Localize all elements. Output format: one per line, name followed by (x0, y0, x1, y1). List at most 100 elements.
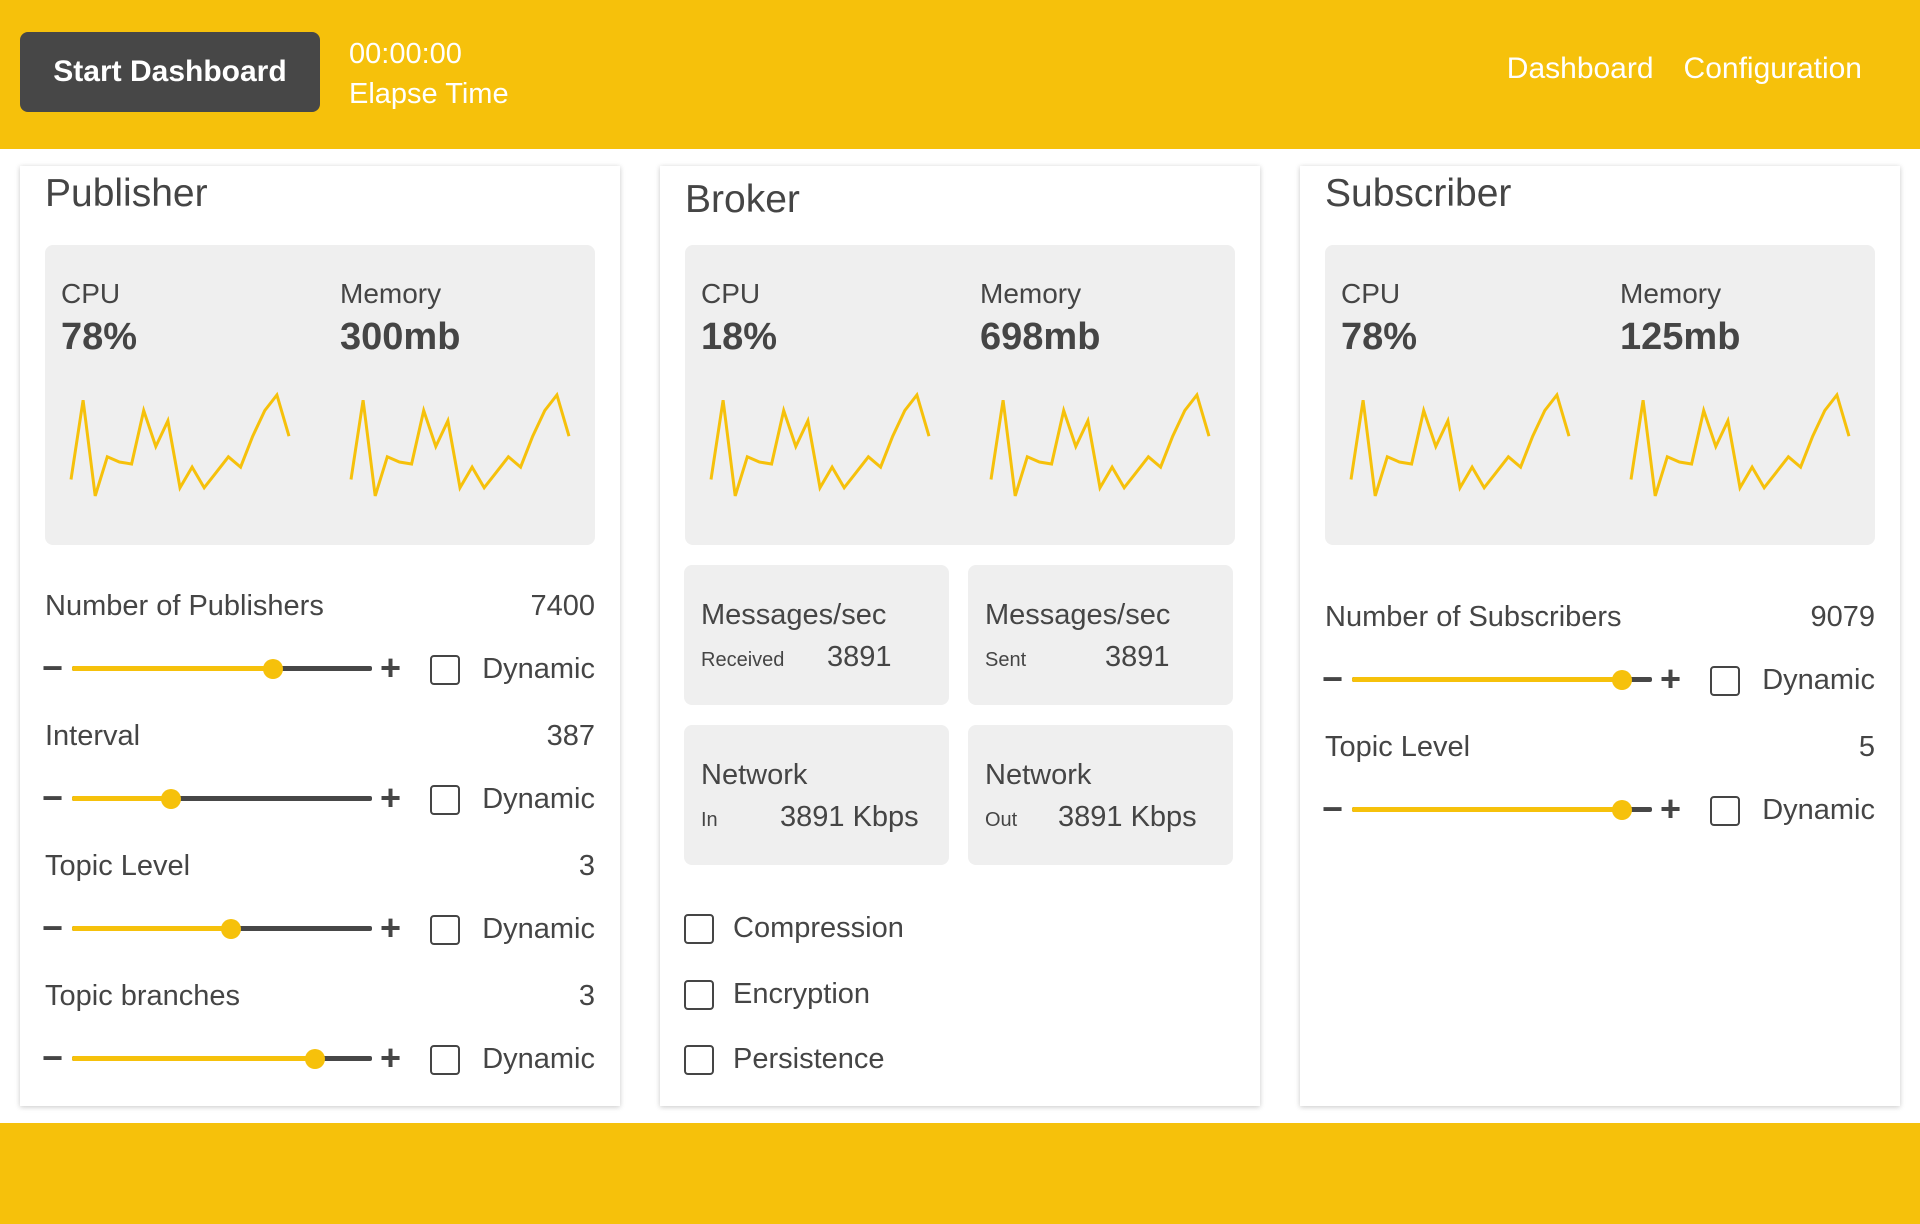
memory-sparkline (989, 391, 1211, 497)
increase-button[interactable]: + (380, 1040, 401, 1076)
tile-value: 3891 Kbps (1058, 801, 1197, 833)
sparkline-path (69, 391, 291, 497)
top-nav: Dashboard Configuration (1507, 52, 1862, 86)
decrease-button[interactable]: − (1322, 661, 1343, 697)
memory-label: Memory (980, 278, 1082, 309)
decrease-button[interactable]: − (1322, 791, 1343, 827)
cpu-value: 18% (701, 316, 778, 358)
decrease-button[interactable]: − (42, 1040, 63, 1076)
cpu-sparkline (709, 391, 931, 497)
publisher-title: Publisher (45, 172, 208, 215)
encryption-checkbox[interactable] (684, 980, 714, 1010)
tile-value: 3891 (1105, 641, 1170, 673)
decrease-button[interactable]: − (42, 780, 63, 816)
memory-sparkline (1629, 391, 1851, 497)
dynamic-checkbox[interactable] (430, 655, 460, 685)
slider-thumb[interactable] (1612, 800, 1632, 820)
subscriber-title: Subscriber (1325, 172, 1512, 215)
elapsed-timer: 00:00:00 Elapse Time (349, 34, 509, 114)
param-label: Topic Level (1325, 731, 1471, 763)
broker-card: Broker CPU 18% Memory 698mb Messages/sec… (660, 166, 1260, 1106)
nav-configuration-link[interactable]: Configuration (1684, 52, 1862, 86)
dynamic-label: Dynamic (482, 783, 595, 815)
increase-button[interactable]: + (1660, 791, 1681, 827)
dynamic-checkbox[interactable] (430, 915, 460, 945)
slider[interactable] (1352, 670, 1652, 690)
dynamic-checkbox[interactable] (430, 1045, 460, 1075)
timer-value: 00:00:00 (349, 38, 462, 70)
dynamic-label: Dynamic (1762, 664, 1875, 696)
encryption-label: Encryption (733, 978, 871, 1010)
dynamic-checkbox[interactable] (1710, 666, 1740, 696)
tile-title: Network (985, 759, 1092, 791)
publisher-card: Publisher CPU 78% Memory 300mb Number of… (20, 166, 620, 1106)
cpu-sparkline (1349, 391, 1571, 497)
messages-sent-tile: Messages/sec Sent 3891 (968, 565, 1233, 705)
dynamic-label: Dynamic (1762, 794, 1875, 826)
increase-button[interactable]: + (380, 910, 401, 946)
param-label: Number of Publishers (45, 590, 324, 622)
param-label: Topic Level (45, 850, 191, 882)
increase-button[interactable]: + (380, 650, 401, 686)
slider[interactable] (72, 789, 372, 809)
network-in-tile: Network In 3891 Kbps (684, 725, 949, 865)
increase-button[interactable]: + (380, 780, 401, 816)
tile-subtitle: In (701, 809, 718, 831)
param-value: 387 (546, 720, 595, 752)
slider-thumb[interactable] (221, 919, 241, 939)
dynamic-label: Dynamic (482, 653, 595, 685)
sparkline-path (1629, 391, 1851, 497)
param-value: 3 (578, 980, 595, 1012)
decrease-button[interactable]: − (42, 650, 63, 686)
dynamic-checkbox[interactable] (1710, 796, 1740, 826)
memory-label: Memory (340, 278, 442, 309)
compression-checkbox[interactable] (684, 914, 714, 944)
cpu-label: CPU (1341, 278, 1401, 309)
compression-label: Compression (733, 912, 904, 944)
sparkline-path (709, 391, 931, 497)
memory-sparkline (349, 391, 571, 497)
memory-label: Memory (1620, 278, 1722, 309)
param-value: 5 (1858, 731, 1875, 763)
memory-value: 300mb (340, 316, 461, 358)
param-label: Topic branches (45, 980, 241, 1012)
increase-button[interactable]: + (1660, 661, 1681, 697)
sparkline-path (349, 391, 571, 497)
dynamic-checkbox[interactable] (430, 785, 460, 815)
decrease-button[interactable]: − (42, 910, 63, 946)
cpu-value: 78% (1341, 316, 1418, 358)
param-label: Interval (45, 720, 141, 752)
messages-received-tile: Messages/sec Received 3891 (684, 565, 949, 705)
network-out-tile: Network Out 3891 Kbps (968, 725, 1233, 865)
param-value: 9079 (1810, 601, 1875, 633)
param-label: Number of Subscribers (1325, 601, 1622, 633)
cpu-label: CPU (701, 278, 761, 309)
slider-thumb[interactable] (1612, 670, 1632, 690)
slider[interactable] (72, 1049, 372, 1069)
slider[interactable] (72, 659, 372, 679)
start-dashboard-button[interactable]: Start Dashboard (20, 32, 320, 112)
tile-title: Messages/sec (701, 599, 887, 631)
param-value: 3 (578, 850, 595, 882)
dynamic-label: Dynamic (482, 913, 595, 945)
subscriber-stats-panel: CPU 78% Memory 125mb (1325, 245, 1875, 545)
tile-value: 3891 (827, 641, 892, 673)
slider[interactable] (72, 919, 372, 939)
memory-value: 698mb (980, 316, 1101, 358)
subscriber-card: Subscriber CPU 78% Memory 125mb Number o… (1300, 166, 1900, 1106)
broker-title: Broker (685, 178, 800, 221)
slider-thumb[interactable] (305, 1049, 325, 1069)
top-bar: Start Dashboard 00:00:00 Elapse Time Das… (0, 0, 1920, 149)
slider-thumb[interactable] (161, 789, 181, 809)
cpu-value: 78% (61, 316, 138, 358)
persistence-checkbox[interactable] (684, 1045, 714, 1075)
nav-dashboard-link[interactable]: Dashboard (1507, 52, 1654, 86)
tile-title: Messages/sec (985, 599, 1171, 631)
cpu-sparkline (69, 391, 291, 497)
memory-value: 125mb (1620, 316, 1741, 358)
slider-thumb[interactable] (263, 659, 283, 679)
broker-stats-panel: CPU 18% Memory 698mb (685, 245, 1235, 545)
cpu-label: CPU (61, 278, 121, 309)
slider[interactable] (1352, 800, 1652, 820)
timer-label: Elapse Time (349, 78, 509, 110)
